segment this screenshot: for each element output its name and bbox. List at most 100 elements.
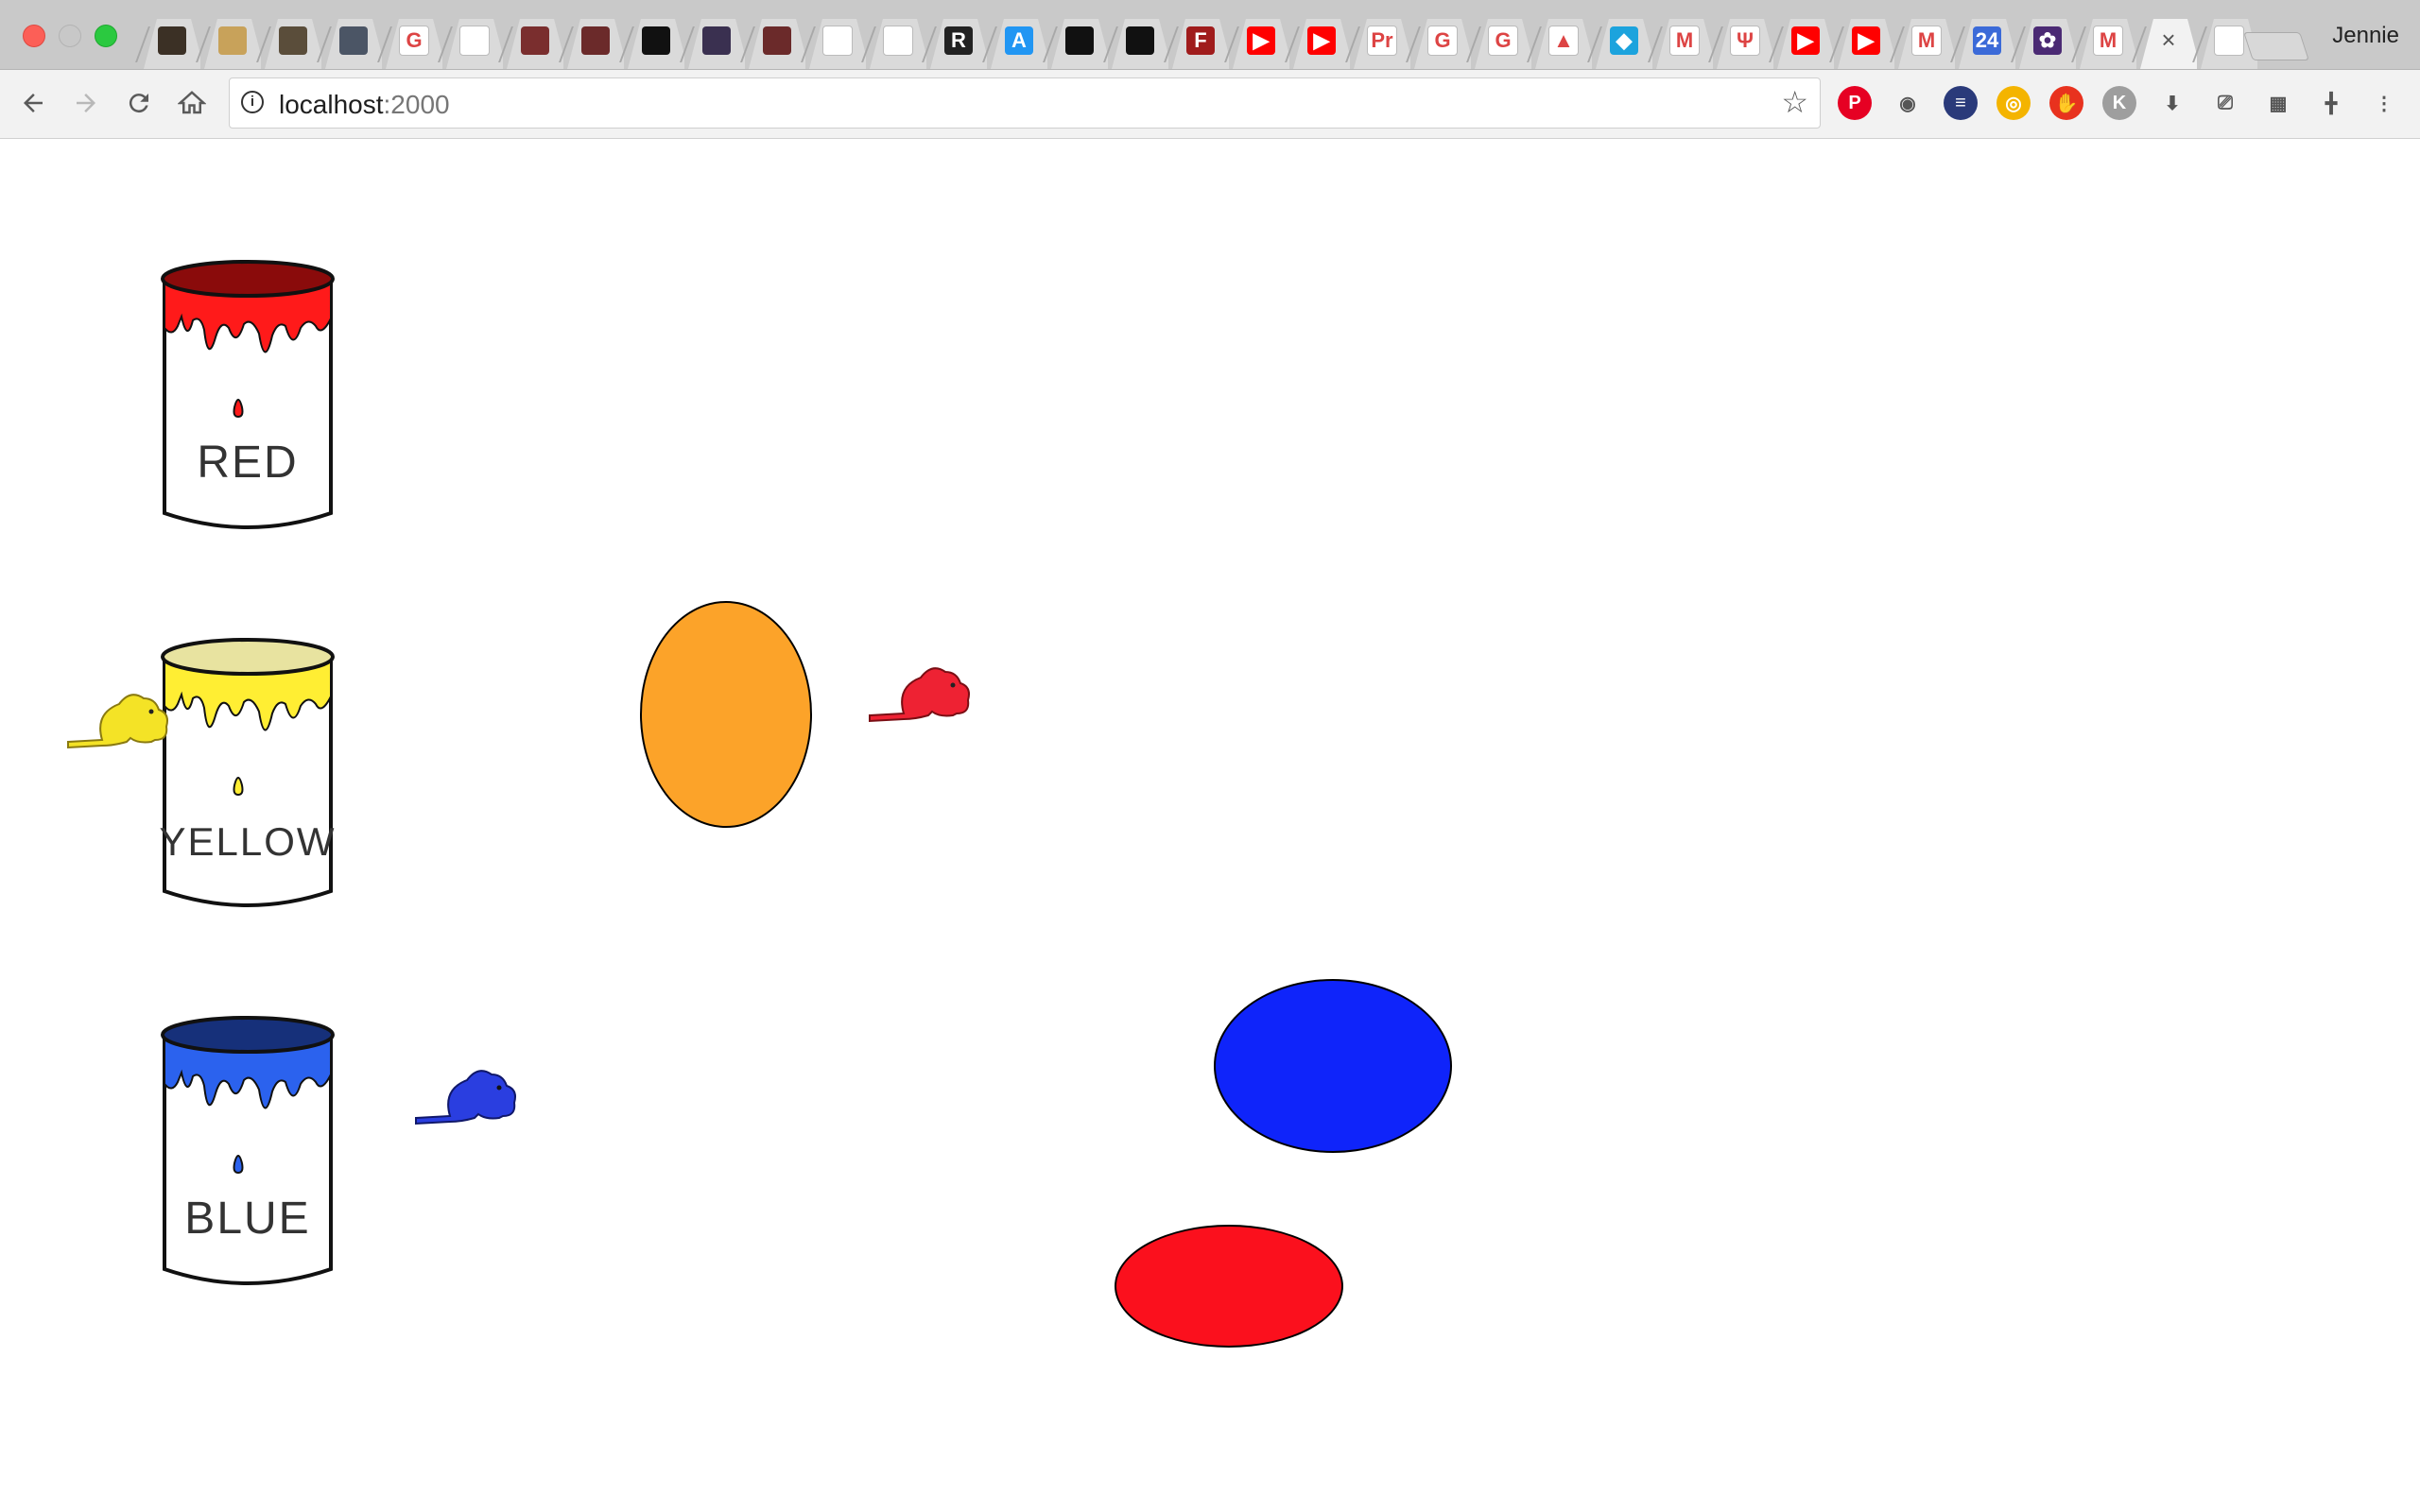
address-bar[interactable]: i localhost:2000 ☆ [229,77,1821,129]
github-icon [1126,26,1154,55]
tab[interactable] [256,11,321,69]
tab-strip: G R A F ▶ ▶ Pr G G ▲ ◆ M Ψ ▶ ▶ M 24 ✿ M × Jennie [0,0,2420,70]
browser-toolbar: i localhost:2000 ☆ P ◉ ≡ ◎ ✋ K ⬇ ⎚ ▦ ╋ ⋮ [0,70,2420,139]
tab[interactable]: A [982,11,1047,69]
google-drive-icon: ▲ [1548,25,1579,56]
can-label: BLUE [184,1194,310,1244]
youtube-icon: ▶ [1247,26,1275,55]
window-maximize-button[interactable] [95,25,117,47]
url-text[interactable]: localhost:2000 [279,90,450,120]
tab[interactable]: G [1406,11,1471,69]
tab[interactable]: R [922,11,987,69]
reload-button[interactable] [117,81,161,125]
home-icon [178,91,206,114]
url-host: localhost [279,90,384,119]
tab[interactable]: M [1648,11,1713,69]
site-info-icon[interactable]: i [241,91,264,113]
tab[interactable] [1043,11,1108,69]
new-tab-button[interactable] [2243,32,2309,60]
blue-beaver[interactable] [412,1061,524,1129]
window-minimize-button[interactable] [59,25,81,47]
close-tab-icon[interactable]: × [2161,26,2175,55]
tab[interactable] [740,11,805,69]
tab[interactable] [498,11,563,69]
yellow-paint-can[interactable]: YELLOW [157,636,338,914]
feather-favicon [218,26,247,55]
tab[interactable]: ▶ [1285,11,1350,69]
tab[interactable]: Ψ [1708,11,1773,69]
pinterest-icon[interactable]: P [1838,86,1872,120]
google-icon: G [399,25,429,56]
forward-button[interactable] [64,81,108,125]
purple-flower-icon: ✿ [2033,26,2062,55]
tab[interactable] [1103,11,1168,69]
red-blob[interactable] [1115,1225,1343,1348]
url-port: :2000 [383,90,450,119]
tab[interactable]: ▶ [1224,11,1289,69]
flash-icon: F [1186,26,1215,55]
r-logo-icon: R [944,26,973,55]
menu-dots-icon[interactable]: ⋮ [2367,86,2401,120]
back-button[interactable] [11,81,55,125]
gmail-icon: M [1669,25,1700,56]
figure-image-favicon [702,26,731,55]
k-extension-icon[interactable]: K [2102,86,2136,120]
back-arrow-icon [24,94,43,112]
red-beaver[interactable] [866,659,977,727]
tab[interactable]: M [1890,11,1955,69]
red-paint-can[interactable]: RED [157,258,338,536]
bar-chart-icon [822,25,853,56]
can-label: RED [197,438,298,488]
flag-icon[interactable]: ≡ [1944,86,1978,120]
grid-icon[interactable]: ▦ [2261,86,2295,120]
bookmark-star-icon[interactable]: ☆ [1781,86,1808,118]
tab[interactable]: ▲ [1527,11,1592,69]
tab[interactable]: G [1466,11,1531,69]
blue-blob[interactable] [1214,979,1452,1153]
download-arrow-icon[interactable]: ⬇ [2155,86,2189,120]
eye-icon[interactable]: ◉ [1891,86,1925,120]
gmail-icon: M [2093,25,2123,56]
tab[interactable]: 24 [1950,11,2015,69]
window-close-button[interactable] [23,25,45,47]
youtube-icon: ▶ [1791,26,1820,55]
video-thumbnail-favicon [763,26,791,55]
tab[interactable] [135,11,200,69]
tab[interactable]: ✿ [2011,11,2076,69]
calendar-icon: 24 [1973,26,2001,55]
tab[interactable] [559,11,624,69]
crosshair-icon[interactable]: ╋ [2314,86,2348,120]
youtube-icon: ▶ [1307,26,1336,55]
tab-list: G R A F ▶ ▶ Pr G G ▲ ◆ M Ψ ▶ ▶ M 24 ✿ M × [135,11,2280,69]
tab[interactable] [680,11,745,69]
google-icon: G [1488,25,1518,56]
stop-hand-icon[interactable]: ✋ [2049,86,2083,120]
home-button[interactable] [170,81,214,125]
yellow-beaver[interactable] [64,685,176,753]
tab[interactable] [619,11,684,69]
tab[interactable] [196,11,261,69]
tab[interactable]: Pr [1345,11,1410,69]
tab[interactable] [861,11,926,69]
tab[interactable] [317,11,382,69]
tab[interactable]: ◆ [1587,11,1652,69]
pr-text-icon: Pr [1367,25,1397,56]
youtube-icon: ▶ [1852,26,1880,55]
tab[interactable]: F [1164,11,1229,69]
cast-icon[interactable]: ⎚ [2208,86,2242,120]
colorful-circle-icon[interactable]: ◎ [1996,86,2031,120]
tab[interactable]: ▶ [1769,11,1834,69]
document-icon [459,25,490,56]
tab-active[interactable]: × [2132,11,2197,69]
orange-blob[interactable] [640,601,812,828]
tab[interactable] [801,11,866,69]
video-thumbnail-favicon [521,26,549,55]
tab[interactable]: M [2071,11,2136,69]
tab[interactable]: G [377,11,442,69]
tab[interactable] [438,11,503,69]
reload-icon [129,94,148,113]
blue-paint-can[interactable]: BLUE [157,1014,338,1292]
profile-name[interactable]: Jennie [2332,23,2399,49]
tab[interactable]: ▶ [1829,11,1894,69]
laurel-icon: Ψ [1730,25,1760,56]
